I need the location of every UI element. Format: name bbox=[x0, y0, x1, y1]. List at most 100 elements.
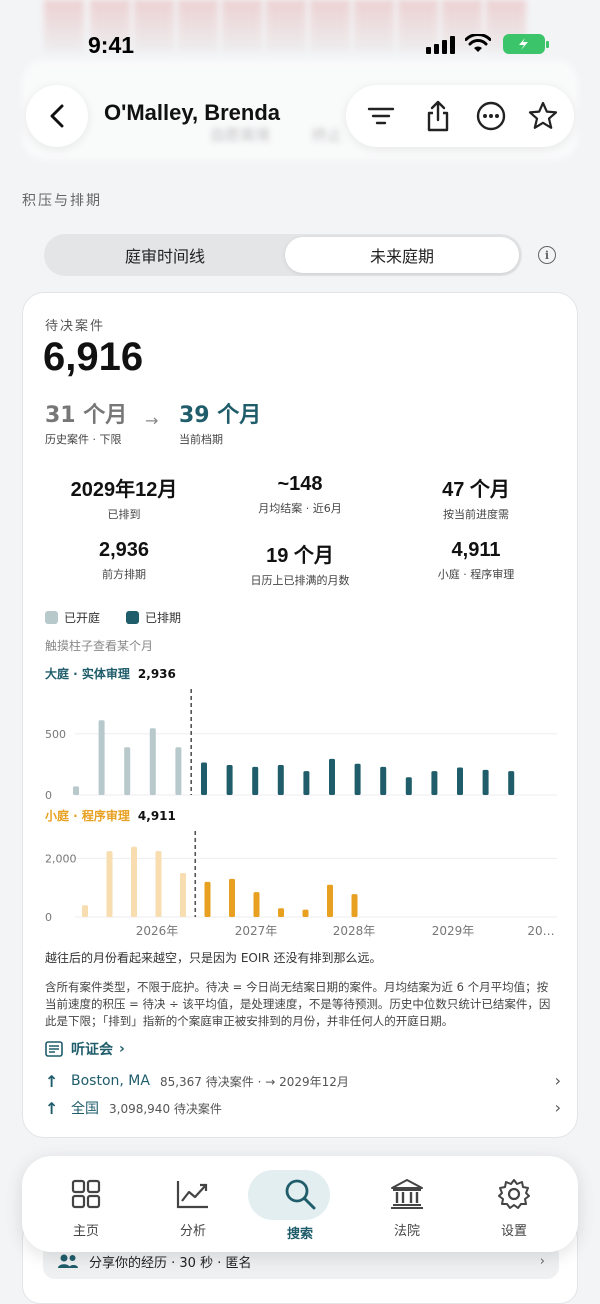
stat-months-full: 19 个月 日历上已排满的月数 bbox=[215, 539, 385, 588]
gear-icon bbox=[498, 1179, 530, 1209]
tab-courts[interactable]: 法院 bbox=[359, 1166, 455, 1242]
stat-ahead-scheduled: 2,936 前方排期 bbox=[39, 539, 209, 582]
merits-bar[interactable] bbox=[354, 763, 361, 795]
peek-legend-left: 自愿离境 bbox=[210, 126, 271, 144]
stat-master-calendar: 4,911 小庭 · 程序审理 bbox=[391, 539, 561, 582]
master-x-tick: 2027年 bbox=[235, 924, 278, 938]
tab-search[interactable]: 搜索 bbox=[248, 1166, 348, 1242]
pending-label: 待决案件 bbox=[45, 319, 106, 334]
master-bar[interactable] bbox=[278, 908, 284, 917]
court-row-detail: 3,098,940 待决案件 bbox=[109, 1101, 222, 1116]
merits-bar[interactable] bbox=[98, 720, 105, 795]
merits-bar[interactable] bbox=[226, 764, 233, 795]
tab-court-timeline[interactable]: 庭审时间线 bbox=[47, 237, 283, 273]
merits-bar[interactable] bbox=[329, 758, 335, 795]
master-bar[interactable] bbox=[229, 878, 235, 917]
tab-analytics[interactable]: 分析 bbox=[145, 1166, 241, 1242]
tab-home[interactable]: 主页 bbox=[38, 1166, 134, 1242]
hearings-link[interactable]: 听证会 › bbox=[45, 1039, 125, 1059]
backlog-card: 待决案件 6,916 31 个月 历史案件 · 下限 → 39 个月 当前档期 … bbox=[22, 292, 578, 1138]
stat-label: 按当前进度需 bbox=[443, 508, 509, 521]
stat-label: 月均结案 · 近6月 bbox=[258, 502, 342, 515]
filter-icon bbox=[367, 107, 395, 125]
master-y-tick: 0 bbox=[45, 911, 52, 924]
info-icon[interactable]: i bbox=[538, 246, 556, 264]
tab-settings[interactable]: 设置 bbox=[466, 1166, 562, 1242]
filter-button[interactable] bbox=[362, 97, 400, 135]
merits-y-tick: 500 bbox=[45, 728, 66, 741]
merits-bar[interactable] bbox=[405, 777, 412, 795]
tab-future-hearings[interactable]: 未来庭期 bbox=[285, 237, 519, 273]
stat-value: ~148 bbox=[277, 473, 323, 495]
chart-hint: 触摸柱子查看某个月 bbox=[45, 639, 154, 653]
merits-bar[interactable] bbox=[380, 766, 387, 795]
stat-value: 2029年12月 bbox=[70, 479, 178, 501]
back-button[interactable] bbox=[26, 85, 88, 147]
chart-merits-total: 2,936 bbox=[137, 667, 176, 681]
chart-master[interactable]: 2,000 0 2026年 2027年 2028年 2029年 20… bbox=[23, 827, 579, 941]
court-row-detail: 85,367 待决案件 · → 2029年12月 bbox=[159, 1074, 349, 1089]
merits-bar[interactable] bbox=[482, 769, 489, 795]
master-bar[interactable] bbox=[106, 851, 113, 917]
legend-swatch-scheduled bbox=[126, 611, 140, 624]
merits-bar[interactable] bbox=[175, 747, 182, 795]
master-bar[interactable] bbox=[155, 851, 162, 917]
favorite-button[interactable] bbox=[524, 97, 562, 135]
tab-courts-label: 法院 bbox=[393, 1224, 420, 1239]
court-row-boston[interactable]: ↑ Boston, MA 85,367 待决案件 · → 2029年12月 › bbox=[45, 1069, 561, 1093]
legend-swatch-opened bbox=[45, 611, 58, 624]
court-row-national[interactable]: ↑ 全国 3,098,940 待决案件 › bbox=[45, 1096, 561, 1120]
share-experience-label: 分享你的经历 · 30 秒 · 匿名 bbox=[89, 1255, 252, 1271]
page-title: O'Malley, Brenda bbox=[104, 100, 280, 125]
tab-search-label: 搜索 bbox=[286, 1227, 313, 1242]
more-icon bbox=[476, 101, 506, 131]
master-x-tick: 2026年 bbox=[136, 924, 179, 938]
merits-bar[interactable] bbox=[303, 771, 310, 795]
tab-home-label: 主页 bbox=[72, 1224, 99, 1239]
court-row-name: Boston, MA bbox=[71, 1073, 150, 1089]
merits-bar[interactable] bbox=[457, 767, 463, 795]
stat-scheduled-through: 2029年12月 已排到 bbox=[39, 473, 209, 522]
merits-bar[interactable] bbox=[149, 728, 156, 795]
stat-monthly-completions: ~148 月均结案 · 近6月 bbox=[215, 473, 385, 516]
courthouse-icon bbox=[391, 1179, 423, 1209]
master-bar[interactable] bbox=[327, 884, 333, 917]
merits-bar[interactable] bbox=[124, 747, 131, 795]
master-bar[interactable] bbox=[253, 892, 260, 917]
stat-value: 2,936 bbox=[98, 539, 150, 561]
merits-bar[interactable] bbox=[431, 771, 438, 795]
chart-legend: 已开庭 已排期 bbox=[45, 609, 181, 626]
chevron-right-icon: › bbox=[119, 1041, 125, 1057]
master-bar[interactable] bbox=[82, 905, 88, 917]
star-icon bbox=[528, 101, 558, 129]
more-button[interactable] bbox=[472, 97, 510, 135]
merits-bar[interactable] bbox=[252, 766, 259, 795]
chart-merits-title: 大庭 · 实体审理 2,936 bbox=[45, 665, 176, 682]
note-methodology: 含所有案件类型，不限于庇护。待决 = 今日尚无结案日期的案件。月均结案为近 6 … bbox=[45, 980, 551, 1028]
merits-bar[interactable] bbox=[73, 786, 79, 795]
document-icon bbox=[45, 1041, 63, 1057]
arrow-up-icon: ↑ bbox=[45, 1071, 59, 1091]
historical-label: 历史案件 · 下限 bbox=[45, 433, 122, 446]
people-icon bbox=[58, 1254, 78, 1268]
section-label: 积压与排期 bbox=[22, 193, 102, 209]
merits-bar[interactable] bbox=[277, 764, 284, 795]
chart-icon bbox=[176, 1181, 208, 1209]
master-bar[interactable] bbox=[351, 894, 358, 917]
master-bar[interactable] bbox=[131, 846, 137, 917]
share-button[interactable] bbox=[419, 97, 457, 135]
chevron-right-icon: › bbox=[539, 1253, 545, 1269]
peek-legend-right: 终止 bbox=[312, 126, 343, 144]
stat-label: 小庭 · 程序审理 bbox=[437, 568, 515, 581]
master-bar[interactable] bbox=[302, 909, 309, 917]
tab-settings-label: 设置 bbox=[500, 1224, 527, 1239]
merits-bar[interactable] bbox=[508, 771, 515, 795]
master-bar[interactable] bbox=[204, 881, 211, 917]
master-bar[interactable] bbox=[180, 873, 186, 917]
merits-bar[interactable] bbox=[201, 762, 207, 795]
chart-merits[interactable]: 500 0 bbox=[23, 685, 579, 801]
stat-months-needed: 47 个月 按当前进度需 bbox=[391, 473, 561, 522]
master-x-tick: 20… bbox=[527, 924, 554, 938]
status-time: 9:41 bbox=[88, 32, 135, 58]
battery-icon bbox=[503, 34, 549, 54]
